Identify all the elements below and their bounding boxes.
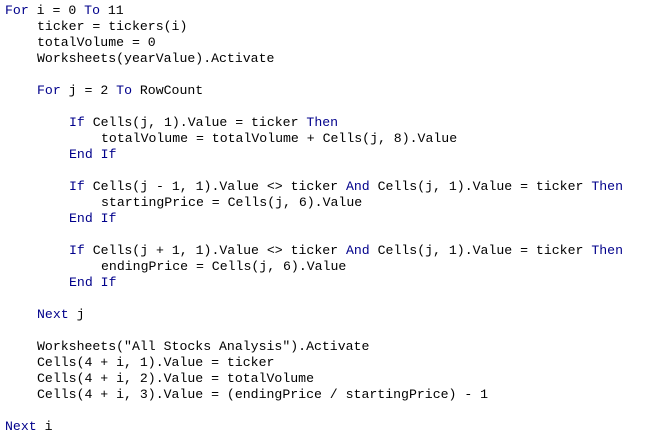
code-line[interactable]: endingPrice = Cells(j, 6).Value [5,259,665,275]
keyword-token: Then [306,115,339,130]
keyword-token: And [345,179,370,194]
code-line[interactable]: Cells(4 + i, 3).Value = (endingPrice / s… [5,387,665,403]
code-line[interactable]: totalVolume = totalVolume + Cells(j, 8).… [5,131,665,147]
code-line[interactable]: Worksheets(yearValue).Activate [5,51,665,67]
code-token: i = 0 [28,3,85,18]
keyword-token: Then [591,179,623,194]
keyword-token: End If [69,211,117,226]
keyword-token: To [84,3,100,18]
code-line[interactable]: For j = 2 To RowCount [5,83,665,99]
code-line[interactable]: End If [5,275,665,291]
keyword-token: If [69,243,85,258]
keyword-token: For [5,3,29,18]
code-token: endingPrice = Cells(j, 6).Value [101,259,347,274]
keyword-token: And [345,243,370,258]
code-token: 11 [99,3,124,18]
code-token: Worksheets("All Stocks Analysis").Activa… [37,339,370,354]
keyword-token: Next [37,307,69,322]
code-token: j = 2 [60,83,117,98]
code-token: Worksheets(yearValue).Activate [37,51,275,66]
keyword-token: Next [5,419,37,434]
code-line[interactable]: Cells(4 + i, 1).Value = ticker [5,355,665,371]
keyword-token: If [69,179,85,194]
keyword-token: Then [591,243,623,258]
code-line[interactable]: Next i [5,419,665,435]
code-token: Cells(j, 1).Value = ticker [369,179,592,194]
code-token: Cells(4 + i, 1).Value = ticker [37,355,275,370]
code-line[interactable]: End If [5,211,665,227]
code-editor[interactable]: For i = 0 To 11 ticker = tickers(i) totalV… [0,0,665,445]
code-token: Cells(4 + i, 2).Value = totalVolume [37,371,314,386]
code-line[interactable]: If Cells(j + 1, 1).Value <> ticker And C… [5,243,665,259]
keyword-token: End If [69,275,117,290]
code-token: totalVolume = 0 [37,35,156,50]
code-line[interactable] [5,227,665,243]
code-token: totalVolume = totalVolume + Cells(j, 8).… [101,131,458,146]
code-line[interactable]: totalVolume = 0 [5,35,665,51]
code-line[interactable]: Worksheets("All Stocks Analysis").Activa… [5,339,665,355]
code-token: Cells(j, 1).Value = ticker [369,243,592,258]
code-token: i [36,419,53,434]
code-token: Cells(j, 1).Value = ticker [84,115,307,130]
code-line[interactable]: Cells(4 + i, 2).Value = totalVolume [5,371,665,387]
code-line[interactable]: End If [5,147,665,163]
code-line[interactable] [5,403,665,419]
code-token: j [68,307,85,322]
code-line[interactable]: For i = 0 To 11 [5,3,665,19]
code-token: ticker = tickers(i) [37,19,188,34]
keyword-token: To [116,83,132,98]
code-line[interactable] [5,323,665,339]
keyword-token: End If [69,147,117,162]
code-token: Cells(4 + i, 3).Value = (endingPrice / s… [37,387,489,402]
code-token: RowCount [131,83,204,98]
code-line[interactable]: Next j [5,307,665,323]
code-token: Cells(j - 1, 1).Value <> ticker [84,179,346,194]
code-line[interactable] [5,99,665,115]
code-line[interactable] [5,67,665,83]
code-line[interactable]: ticker = tickers(i) [5,19,665,35]
code-line[interactable]: startingPrice = Cells(j, 6).Value [5,195,665,211]
code-token: startingPrice = Cells(j, 6).Value [101,195,363,210]
code-token: Cells(j + 1, 1).Value <> ticker [84,243,346,258]
keyword-token: If [69,115,85,130]
code-line[interactable]: If Cells(j, 1).Value = ticker Then [5,115,665,131]
keyword-token: For [37,83,61,98]
code-line[interactable] [5,163,665,179]
code-line[interactable]: If Cells(j - 1, 1).Value <> ticker And C… [5,179,665,195]
code-line[interactable] [5,291,665,307]
